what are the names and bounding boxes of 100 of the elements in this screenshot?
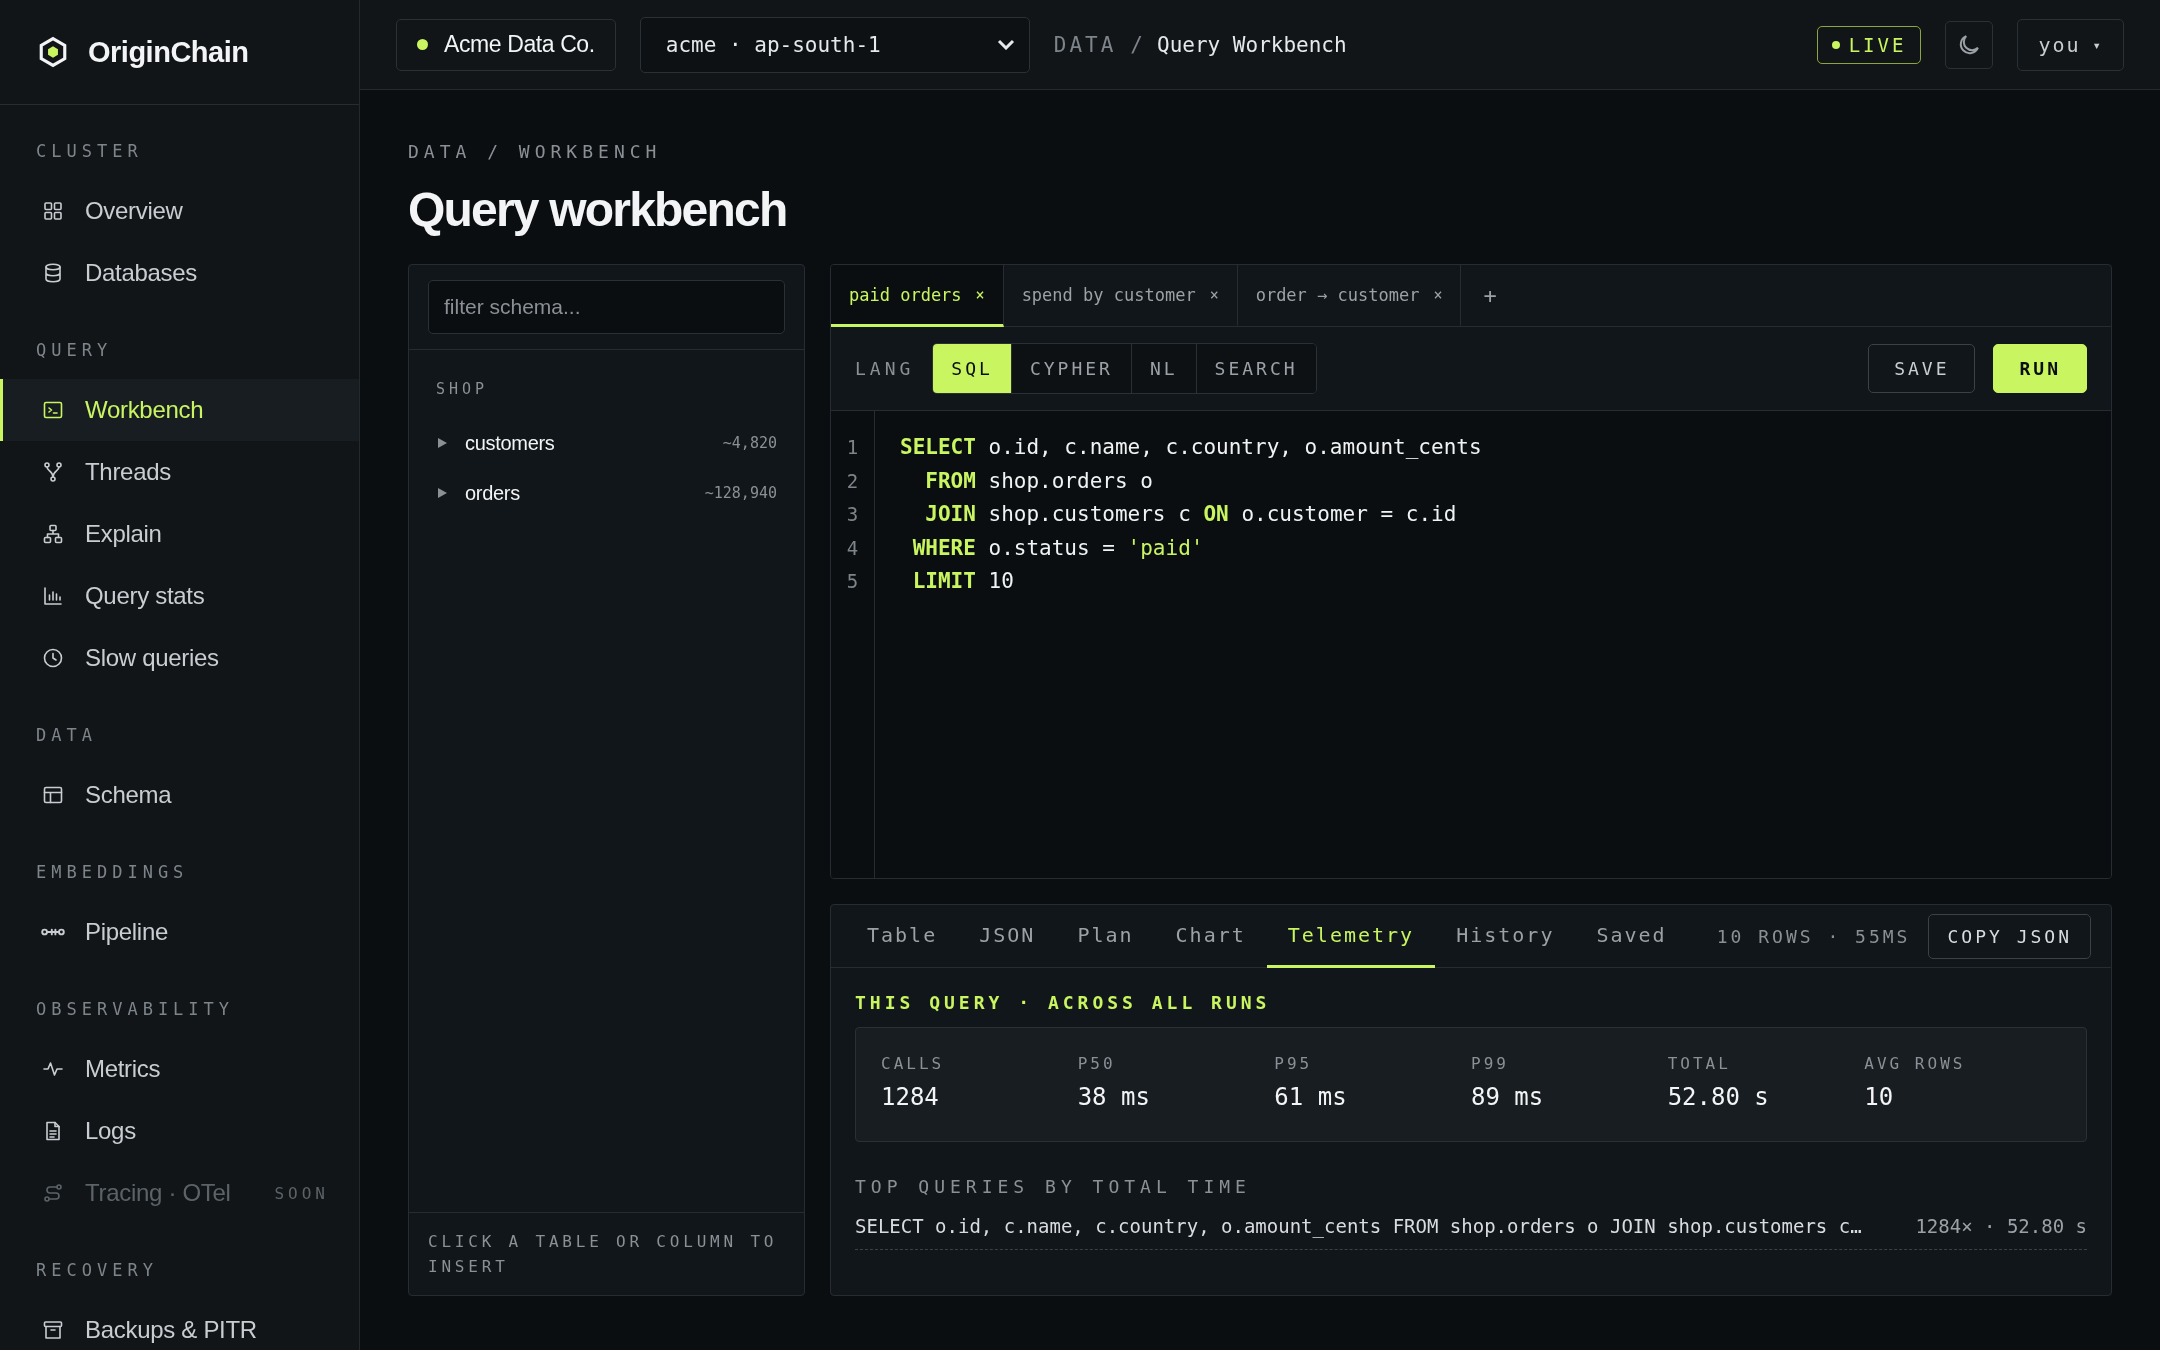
route-icon [41,1181,65,1205]
row-count: ~128,940 [704,484,777,502]
add-tab-button[interactable]: + [1461,265,1519,326]
lang-option[interactable]: SEARCH [1196,344,1316,393]
code-line: FROM shop.orders o [924,468,1153,493]
line-number: 1 [846,435,859,460]
org-switcher[interactable]: Acme Data Co. [396,18,616,71]
breadcrumb-current: Query Workbench [1157,32,1347,57]
stat-label: TOTAL [1667,1054,1731,1073]
expand-triangle-icon[interactable] [436,437,448,449]
sidebar-label: Slow queries [85,644,220,672]
stat-value: 89 ms [1471,1083,1544,1111]
lang-label: LANG [855,358,915,379]
section-label: EMBEDDINGS [35,861,189,884]
code-line: SELECT o.id, c.name, c.country, o.amount_cents [900,435,1482,459]
sidebar-item[interactable]: Explain [0,503,359,565]
result-tab[interactable]: Chart [1154,905,1267,968]
stat-label: P99 [1471,1054,1509,1073]
filter-field[interactable]: filter schema... [428,280,785,334]
result-tab[interactable]: Table [846,905,959,968]
sidebar-label: Backups & PITR [85,1316,258,1344]
sidebar-item[interactable]: Slow queries [0,627,359,689]
stat-value: 38 ms [1077,1083,1150,1111]
sidebar-item[interactable]: Schema [0,764,359,826]
live-badge: LIVE [1816,25,1922,64]
sidebar-item[interactable]: Query stats [0,565,359,627]
schema-group-label: SHOP [436,380,489,398]
stat-label: P95 [1274,1054,1313,1073]
lang-option[interactable]: SQL [933,344,1012,393]
sidebar-label: Metrics [85,1055,162,1083]
section-title: TOP QUERIES BY TOTAL TIME [855,1176,1251,1197]
soon-label: SOON [274,1183,329,1203]
stat-value: 1284 [881,1083,939,1111]
sidebar-label: Threads [85,458,172,486]
run-button[interactable]: RUN [1993,344,2087,393]
stat-value: 52.80 s [1667,1083,1769,1111]
expand-triangle-icon[interactable] [436,487,448,499]
fork-icon [41,460,65,484]
stat-value: 61 ms [1274,1083,1347,1111]
result-tab[interactable]: Plan [1056,905,1155,968]
lang-option[interactable]: NL [1131,344,1197,393]
moon-icon [1959,34,1980,55]
copy-json-button[interactable]: COPY JSON [1928,913,2091,959]
page-breadcrumb: DATA / WORKBENCH [408,140,663,164]
sidebar-label: Pipeline [85,918,169,946]
result-tab[interactable]: History [1435,905,1576,968]
sidebar-item[interactable]: Pipeline [0,901,359,963]
stat-label: P50 [1077,1054,1116,1073]
sidebar-item[interactable]: Backups & PITR [0,1299,359,1350]
sidebar-label: Tracing · OTel [85,1179,232,1207]
user-menu[interactable]: you ▾ [2017,18,2124,71]
app-name: OriginChain [88,35,249,69]
query-text[interactable]: SELECT o.id, c.name, c.country, o.amount_cents FROM shop.orders o JOIN shop.customers c… [855,1215,1862,1237]
query-tab[interactable]: order → customer × [1237,265,1462,327]
section-label: OBSERVABILITY [35,998,235,1021]
save-button[interactable]: SAVE [1868,344,1976,393]
archive-icon [41,1318,65,1342]
caret-down-icon [996,39,1015,50]
theme-toggle[interactable] [1945,20,1994,69]
schema-hint: CLICK A TABLE OR COLUMN TO INSERT [409,1212,804,1295]
sidebar-item[interactable]: Overview [0,180,359,242]
stat-label: AVG ROWS [1864,1054,1966,1073]
query-tab[interactable]: spend by customer × [1003,265,1238,327]
result-tab[interactable]: Saved [1575,905,1688,968]
page-title: Query workbench [408,182,787,238]
code-line: LIMIT 10 [911,569,1014,593]
result-tab[interactable]: JSON [958,905,1057,968]
row-count: ~4,820 [722,434,777,452]
grid-icon [41,199,65,223]
bar-chart-icon [41,584,65,608]
table-name[interactable]: customers [465,431,706,455]
section-label: RECOVERY [35,1259,158,1282]
sidebar-item[interactable]: Databases [0,242,359,304]
breadcrumb-link[interactable]: DATA [1053,32,1117,57]
section-label: DATA [35,724,97,747]
section-label: CLUSTER [35,140,143,163]
result-tab[interactable]: Telemetry [1266,905,1436,968]
line-number: 2 [846,468,859,494]
cluster-select[interactable]: acme · ap-south-1 [639,16,1030,73]
sidebar-item[interactable]: Workbench [0,379,359,441]
section-title: THIS QUERY · ACROSS ALL RUNS [855,992,1271,1013]
sidebar-item[interactable]: Threads [0,441,359,503]
code-line: JOIN shop.customers c ON o.customer = c.id [924,502,1457,526]
table-name[interactable]: orders [465,481,688,505]
line-number: 3 [846,502,859,527]
sidebar-item[interactable]: Logs [0,1100,359,1162]
clock-icon [41,646,65,670]
query-tab[interactable]: paid orders × [831,265,1004,327]
code-line: WHERE o.status = 'paid' [911,535,1204,560]
line-number: 4 [846,535,859,561]
query-stats: 1284× · 52.80 s [1915,1215,2087,1237]
breadcrumb-separator: / [1130,32,1143,57]
sidebar-item[interactable]: Metrics [0,1038,359,1100]
sidebar-label: Logs [85,1117,137,1145]
lang-option[interactable]: CYPHER [1011,344,1132,393]
connector-icon [41,927,65,937]
sidebar-label: Schema [85,781,173,809]
sidebar-label: Overview [85,197,184,225]
section-label: QUERY [35,339,113,362]
line-number: 5 [846,569,859,594]
